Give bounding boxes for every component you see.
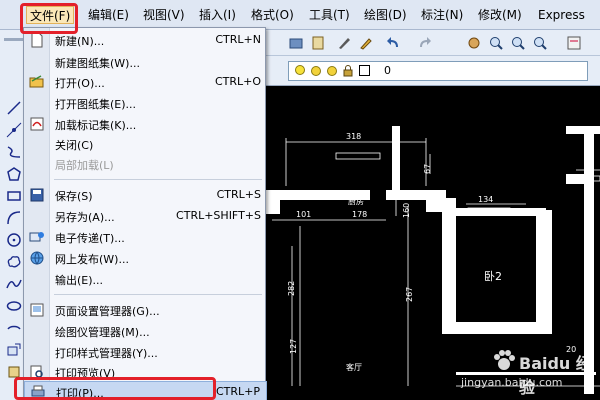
menu-item-plotter-manager[interactable]: 绘图仪管理器(M)... xyxy=(24,321,267,341)
layer-name: 0 xyxy=(384,64,391,77)
circle-icon[interactable] xyxy=(6,232,22,248)
menu-item-new-sheet-set[interactable]: 新建图纸集(W)... xyxy=(24,52,267,72)
page-setup-icon xyxy=(30,303,44,317)
zoom-window-icon[interactable] xyxy=(510,35,526,51)
ellipse-arc-icon[interactable] xyxy=(6,320,22,336)
annotation-frame-file-menu xyxy=(20,3,78,34)
watermark-brand: Baidu 经验 xyxy=(519,354,592,397)
paste-icon[interactable] xyxy=(310,35,326,51)
menu-express[interactable]: Express xyxy=(535,6,588,24)
menu-item-publish-web[interactable]: 网上发布(W)... xyxy=(24,248,267,268)
dim-178: 178 xyxy=(352,210,367,219)
menu-item-open[interactable]: 打开(O)... CTRL+O xyxy=(24,72,267,92)
properties-icon[interactable] xyxy=(566,35,582,51)
menu-dimension[interactable]: 标注(N) xyxy=(418,6,466,24)
dim-134: 134 xyxy=(478,195,493,204)
menu-separator xyxy=(54,294,262,295)
room-label-bathroom: 卫生间 xyxy=(418,191,439,200)
sun-icon xyxy=(311,66,321,76)
watermark-url: jingyan.baidu.com xyxy=(461,376,563,389)
menu-tools[interactable]: 工具(T) xyxy=(306,6,353,24)
menu-item-partial-load: 局部加载(L) xyxy=(55,159,114,172)
dim-67: 67 xyxy=(423,164,432,174)
ellipse-icon[interactable] xyxy=(6,298,22,314)
brush-icon[interactable] xyxy=(336,35,352,51)
pan-icon[interactable] xyxy=(466,35,482,51)
dim-282: 282 xyxy=(287,281,296,296)
polygon-icon[interactable] xyxy=(6,166,22,182)
rectangle-icon[interactable] xyxy=(6,188,22,204)
new-file-icon xyxy=(31,32,43,48)
zoom-realtime-icon[interactable] xyxy=(488,35,504,51)
layer-dropdown[interactable]: 0 xyxy=(288,61,588,81)
match-properties-icon[interactable] xyxy=(288,35,304,51)
file-menu-dropdown: 新建(N)... CTRL+N 新建图纸集(W)... 打开(O)... CTR… xyxy=(23,27,267,400)
menu-item-etransmit[interactable]: 电子传递(T)... xyxy=(24,227,267,247)
arc-icon[interactable] xyxy=(6,210,22,226)
menu-item-export[interactable]: 输出(E)... xyxy=(24,269,267,289)
menu-draw[interactable]: 绘图(D) xyxy=(361,6,410,24)
layers-toolbar: 0 xyxy=(266,56,600,86)
dim-267: 267 xyxy=(405,287,414,302)
open-folder-icon xyxy=(29,75,44,88)
menu-bar: 文件(F) 编辑(E) 视图(V) 插入(I) 格式(O) 工具(T) 绘图(D… xyxy=(0,0,600,30)
line-icon[interactable] xyxy=(6,100,22,116)
dim-160: 160 xyxy=(402,203,411,218)
menu-item-close[interactable]: 关闭(C) xyxy=(24,134,267,154)
paw-logo-icon xyxy=(494,350,515,370)
dim-127: 127 xyxy=(289,339,298,354)
annotation-frame-plot-item xyxy=(14,377,216,400)
menu-item-page-setup[interactable]: 页面设置管理器(G)... xyxy=(24,300,267,320)
dim-101: 101 xyxy=(296,210,311,219)
standard-toolbar xyxy=(266,30,600,56)
dim-318: 318 xyxy=(346,132,361,141)
menu-item-save-as[interactable]: 另存为(A)... CTRL+SHIFT+S xyxy=(24,206,267,226)
construction-line-icon[interactable] xyxy=(6,122,22,138)
sun-icon xyxy=(327,66,337,76)
globe-icon xyxy=(30,251,44,265)
menu-separator xyxy=(54,179,262,180)
pencil-icon[interactable] xyxy=(358,35,374,51)
redo-icon[interactable] xyxy=(416,35,432,51)
menu-item-save[interactable]: 保存(S) CTRL+S xyxy=(24,185,267,205)
room-label-living: 客厅 xyxy=(346,362,362,372)
menu-view[interactable]: 视图(V) xyxy=(140,6,188,24)
menu-insert[interactable]: 插入(I) xyxy=(196,6,239,24)
menu-format[interactable]: 格式(O) xyxy=(248,6,297,24)
lightbulb-icon xyxy=(295,65,305,75)
insert-block-icon[interactable] xyxy=(6,342,22,358)
menu-modify[interactable]: 修改(M) xyxy=(475,6,525,24)
zoom-previous-icon[interactable] xyxy=(532,35,548,51)
room-label-kitchen: 厨房 xyxy=(348,196,364,206)
watermark: Baidu 经验 jingyan.baidu.com xyxy=(455,346,600,400)
lock-icon xyxy=(343,65,353,77)
polyline-icon[interactable] xyxy=(6,144,22,160)
spline-icon[interactable] xyxy=(6,276,22,292)
save-icon xyxy=(30,188,44,202)
revision-cloud-icon[interactable] xyxy=(6,254,22,270)
color-swatch-icon xyxy=(359,65,370,76)
menu-item-plot-style-manager[interactable]: 打印样式管理器(Y)... xyxy=(24,342,267,362)
markup-set-icon xyxy=(30,117,44,131)
undo-icon[interactable] xyxy=(386,35,402,51)
menu-item-open-sheet-set[interactable]: 打开图纸集(E)... xyxy=(24,93,267,113)
room-label-bedroom2: 卧2 xyxy=(484,270,502,283)
menu-item-load-markup[interactable]: 加载标记集(K)... xyxy=(24,114,267,134)
menu-edit[interactable]: 编辑(E) xyxy=(85,6,132,24)
etransmit-icon xyxy=(29,232,44,242)
